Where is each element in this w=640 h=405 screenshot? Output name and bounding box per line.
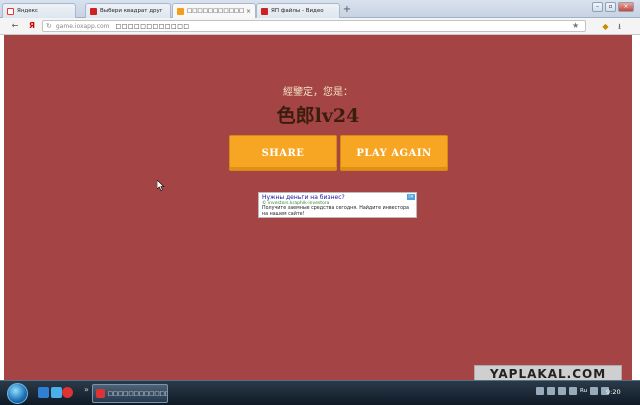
taskbar-window-label: □□□□□□□□□□□□	[107, 390, 167, 397]
new-tab-button[interactable]: +	[341, 4, 353, 16]
address-page-title: □□□□□□□□□□□□	[115, 22, 190, 30]
yaplakal-icon	[261, 7, 268, 15]
back-button[interactable]: ←	[10, 21, 20, 31]
tab-yap-video[interactable]: ЯП файлы - Видео	[256, 3, 340, 18]
yandex-icon	[7, 7, 14, 15]
address-bar[interactable]: ↻ game.ioxapp.com □□□□□□□□□□□□	[42, 20, 586, 32]
tab-label: Выбери квадрат друг	[100, 8, 163, 14]
mouse-cursor-icon	[157, 180, 165, 191]
taskbar-window-item[interactable]: □□□□□□□□□□□□	[92, 384, 168, 403]
ad-text: Получите заемные средства сегодня. Найди…	[262, 206, 409, 217]
tray-app-icon[interactable]	[590, 387, 599, 395]
window-controls: – ▫ ×	[592, 2, 634, 12]
yandex-browser-icon[interactable]	[62, 387, 73, 398]
browser-toolbar: ← Я ↻ game.ioxapp.com □□□□□□□□□□□□ ★ ◆ ⭳	[0, 18, 640, 35]
tab-game[interactable]: □□□□□□□□□□□□ ×	[172, 3, 256, 18]
ad-title[interactable]: Нужны деньги на бизнес?	[262, 194, 413, 201]
extension-icon[interactable]: ◆	[601, 22, 610, 31]
skype-icon[interactable]	[569, 387, 577, 395]
language-indicator[interactable]: Ru	[580, 388, 587, 394]
game-page: 經鑒定，您是： 色郎lv24 SHARE PLAY AGAIN i✕ Нужны…	[4, 35, 632, 380]
watermark: YAPLAKAL.COM	[474, 365, 622, 380]
volume-icon[interactable]	[547, 387, 555, 395]
close-window-button[interactable]: ×	[618, 2, 634, 12]
result-title: 色郎lv24	[276, 105, 360, 127]
quicklaunch-more-icon[interactable]: »	[84, 385, 89, 394]
yandex-browser-icon	[96, 389, 105, 398]
result-label: 經鑒定，您是：	[283, 87, 353, 98]
antivirus-icon[interactable]	[558, 387, 566, 395]
show-desktop-icon[interactable]	[51, 387, 62, 398]
ioxapp-icon	[177, 7, 184, 15]
tab-label: ЯП файлы - Видео	[271, 8, 324, 14]
start-button[interactable]	[7, 383, 28, 404]
tab-yandex[interactable]: Яндекс	[2, 3, 76, 18]
tab-choose-square[interactable]: Выбери квадрат друг	[85, 3, 171, 18]
close-icon[interactable]: ×	[246, 8, 251, 15]
bookmark-star-icon[interactable]: ★	[572, 21, 579, 30]
network-icon[interactable]	[536, 387, 544, 395]
tab-label: Яндекс	[17, 8, 38, 14]
reload-icon[interactable]: ↻	[46, 22, 52, 30]
taskbar: » □□□□□□□□□□□□ Ru 9:20	[0, 380, 640, 405]
minimize-button[interactable]: –	[592, 2, 603, 12]
ad-choices-icon[interactable]: i✕	[407, 194, 415, 200]
download-icon[interactable]: ⭳	[615, 22, 624, 31]
play-again-button[interactable]: PLAY AGAIN	[340, 135, 448, 171]
share-button[interactable]: SHARE	[229, 135, 337, 171]
tab-bar: Яндекс Выбери квадрат друг □□□□□□□□□□□□ …	[0, 0, 640, 18]
yandex-button[interactable]: Я	[27, 21, 37, 31]
tab-label: □□□□□□□□□□□□	[187, 8, 244, 14]
system-tray: Ru	[536, 387, 610, 395]
clock[interactable]: 9:20	[606, 388, 621, 396]
maximize-button[interactable]: ▫	[605, 2, 616, 12]
internet-explorer-icon[interactable]	[38, 387, 49, 398]
address-url: game.ioxapp.com	[55, 22, 110, 30]
yaplakal-icon	[90, 7, 97, 15]
ad-banner[interactable]: i✕ Нужны деньги на бизнес? © investors.k…	[258, 192, 417, 218]
